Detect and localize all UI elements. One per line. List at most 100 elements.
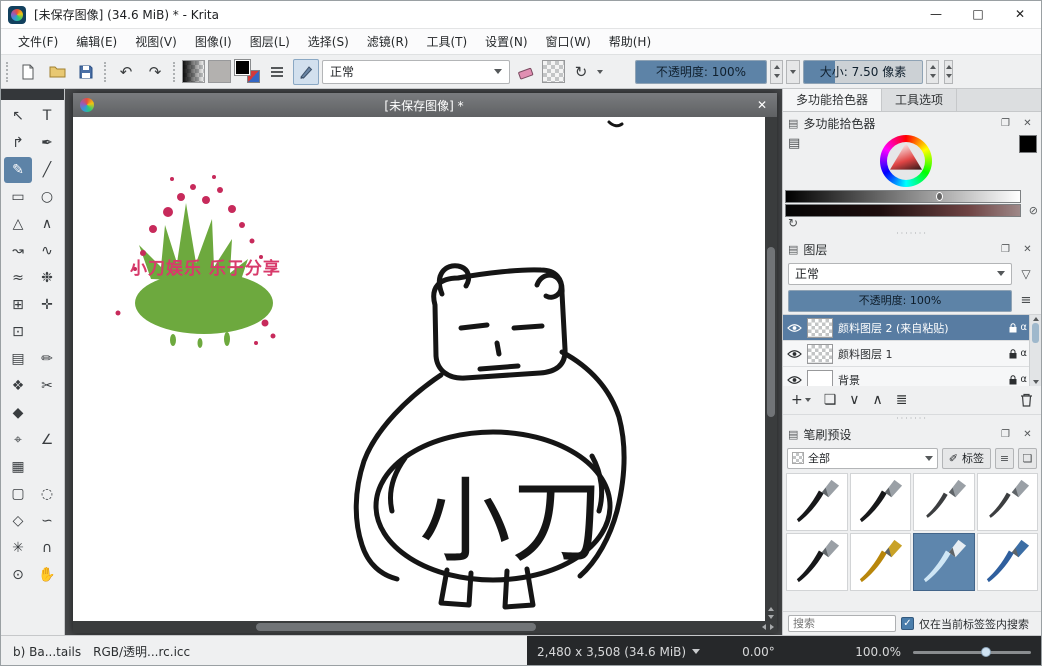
- scroll-up-icon[interactable]: [1033, 317, 1039, 321]
- gradient-marker[interactable]: [936, 192, 943, 201]
- canvas[interactable]: 小刀娱乐 乐于分享: [73, 117, 765, 621]
- tool-assistants[interactable]: ⌖: [4, 427, 32, 453]
- menu-item[interactable]: 窗口(W): [537, 29, 600, 55]
- menu-item[interactable]: 图层(L): [241, 29, 299, 55]
- horizontal-scrollbar-thumb[interactable]: [256, 623, 536, 631]
- layer-thumbnail[interactable]: [807, 318, 833, 338]
- document-title-bar[interactable]: [未保存图像] * ✕: [73, 93, 777, 117]
- menu-item[interactable]: 设置(N): [476, 29, 536, 55]
- tool-bezier-curve[interactable]: ↝: [4, 238, 32, 264]
- menu-item[interactable]: 滤镜(R): [358, 29, 418, 55]
- tool-measure[interactable]: ∠: [33, 427, 61, 453]
- brush-storage-icon[interactable]: ❏: [1018, 448, 1037, 469]
- tool-similar-color-select[interactable]: ✳: [4, 535, 32, 561]
- zoom-slider[interactable]: [913, 645, 1031, 659]
- tool-ellipse[interactable]: ○: [33, 184, 61, 210]
- float-docker-icon[interactable]: ❐: [997, 118, 1014, 129]
- tool-pattern-edit[interactable]: ❖: [4, 373, 32, 399]
- move-layer-down-button[interactable]: ∨: [849, 392, 859, 408]
- tool-zoom[interactable]: ⊙: [4, 562, 32, 588]
- pattern-chooser[interactable]: [208, 60, 231, 83]
- layer-row[interactable]: 背景 α: [783, 367, 1041, 386]
- preserve-alpha-toggle[interactable]: [542, 60, 565, 83]
- tool-gradient[interactable]: ▤: [4, 346, 32, 372]
- blending-mode-select[interactable]: 正常: [322, 60, 510, 84]
- opacity-stepper[interactable]: [770, 60, 783, 84]
- brush-preset[interactable]: [850, 473, 912, 531]
- toolbar-handle[interactable]: [104, 62, 108, 82]
- menu-item[interactable]: 工具(T): [417, 29, 476, 55]
- layer-list-scrollbar[interactable]: [1029, 315, 1041, 386]
- float-docker-icon[interactable]: ❐: [997, 429, 1014, 440]
- tool-select-shapes[interactable]: ↖: [4, 103, 32, 129]
- close-docker-icon[interactable]: ✕: [1019, 429, 1036, 440]
- menu-item[interactable]: 选择(S): [299, 29, 358, 55]
- search-in-tag-checkbox[interactable]: ✓: [901, 617, 914, 630]
- alpha-lock-icon[interactable]: α: [1020, 348, 1027, 359]
- tool-elliptical-select[interactable]: ◌: [33, 481, 61, 507]
- lock-icon[interactable]: [1009, 323, 1017, 333]
- close-docker-icon[interactable]: ✕: [1019, 118, 1036, 129]
- tool-rectangle[interactable]: ▭: [4, 184, 32, 210]
- layer-properties-button[interactable]: ≣: [896, 392, 908, 408]
- document-close-icon[interactable]: ✕: [754, 98, 770, 112]
- delete-layer-button[interactable]: [1020, 393, 1033, 407]
- brush-search-input[interactable]: [788, 615, 896, 632]
- vertical-scrollbar-thumb[interactable]: [767, 247, 775, 417]
- redo-button[interactable]: ↷: [142, 59, 168, 85]
- reload-preset-button[interactable]: ↻: [568, 59, 594, 85]
- color-docker-header[interactable]: ▤ 多功能拾色器 ❐ ✕: [783, 112, 1041, 134]
- brush-docker-header[interactable]: ▤ 笔刷预设 ❐ ✕: [783, 423, 1041, 445]
- brush-view-menu-icon[interactable]: ≡: [995, 448, 1014, 469]
- tool-multibrush[interactable]: ❉: [33, 265, 61, 291]
- no-color-icon[interactable]: ⊘: [1029, 204, 1038, 217]
- close-button[interactable]: ✕: [999, 1, 1041, 28]
- layer-scrollbar-thumb[interactable]: [1032, 323, 1039, 343]
- docker-tab[interactable]: 工具选项: [882, 89, 957, 111]
- foreground-background-colors[interactable]: [234, 59, 261, 84]
- new-document-button[interactable]: [15, 59, 41, 85]
- menu-item[interactable]: 编辑(E): [67, 29, 126, 55]
- brush-tag-button[interactable]: ✐ 标签: [942, 448, 991, 469]
- toolbar-handle[interactable]: [173, 62, 177, 82]
- undo-button[interactable]: ↶: [113, 59, 139, 85]
- scroll-down-icon[interactable]: [768, 615, 774, 619]
- tool-calligraphy[interactable]: ✒: [33, 130, 61, 156]
- tool-polygonal-select[interactable]: ◇: [4, 508, 32, 534]
- float-docker-icon[interactable]: ❐: [997, 244, 1014, 255]
- tool-edit-shapes[interactable]: ↱: [4, 130, 32, 156]
- brush-preset[interactable]: [913, 533, 975, 591]
- tool-line[interactable]: ╱: [33, 157, 61, 183]
- current-color-swatch[interactable]: [1019, 135, 1037, 153]
- menu-item[interactable]: 视图(V): [126, 29, 186, 55]
- layer-thumbnail[interactable]: [807, 344, 833, 364]
- zoom-slider-thumb[interactable]: [981, 647, 991, 657]
- docker-tab[interactable]: 多功能拾色器: [783, 89, 882, 111]
- current-brush-label[interactable]: b) Ba...tails: [13, 645, 81, 659]
- layer-blending-mode-select[interactable]: 正常: [788, 263, 1012, 285]
- tool-freehand-select[interactable]: ∽: [33, 508, 61, 534]
- menu-item[interactable]: 帮助(H): [600, 29, 660, 55]
- tool-reference-images[interactable]: ▦: [4, 454, 32, 480]
- shade-gradient-bar[interactable]: [785, 204, 1021, 217]
- toolbar-handle[interactable]: [6, 62, 10, 82]
- move-layer-up-button[interactable]: ∧: [873, 392, 883, 408]
- layer-thumbnail[interactable]: [807, 370, 833, 387]
- hue-ring[interactable]: [880, 135, 932, 187]
- scroll-down-icon[interactable]: [1033, 380, 1039, 384]
- lock-icon[interactable]: [1009, 349, 1017, 359]
- tool-rectangular-select[interactable]: ▢: [4, 481, 32, 507]
- layer-visibility-icon[interactable]: [787, 323, 802, 333]
- lock-icon[interactable]: [1009, 375, 1017, 385]
- zoom-percentage[interactable]: 100.0%: [855, 645, 901, 659]
- minimize-button[interactable]: —: [915, 1, 957, 28]
- tool-freehand-brush[interactable]: ✎: [4, 157, 32, 183]
- scroll-up-icon[interactable]: [768, 607, 774, 611]
- tool-polyline[interactable]: ∧: [33, 211, 61, 237]
- opacity-dropdown[interactable]: [786, 60, 800, 84]
- tool-transform[interactable]: ⊞: [4, 292, 32, 318]
- duplicate-layer-button[interactable]: ❏: [824, 392, 837, 408]
- add-layer-button[interactable]: +: [791, 392, 811, 408]
- horizontal-scrollbar[interactable]: [73, 621, 777, 633]
- scroll-right-icon[interactable]: [770, 624, 774, 630]
